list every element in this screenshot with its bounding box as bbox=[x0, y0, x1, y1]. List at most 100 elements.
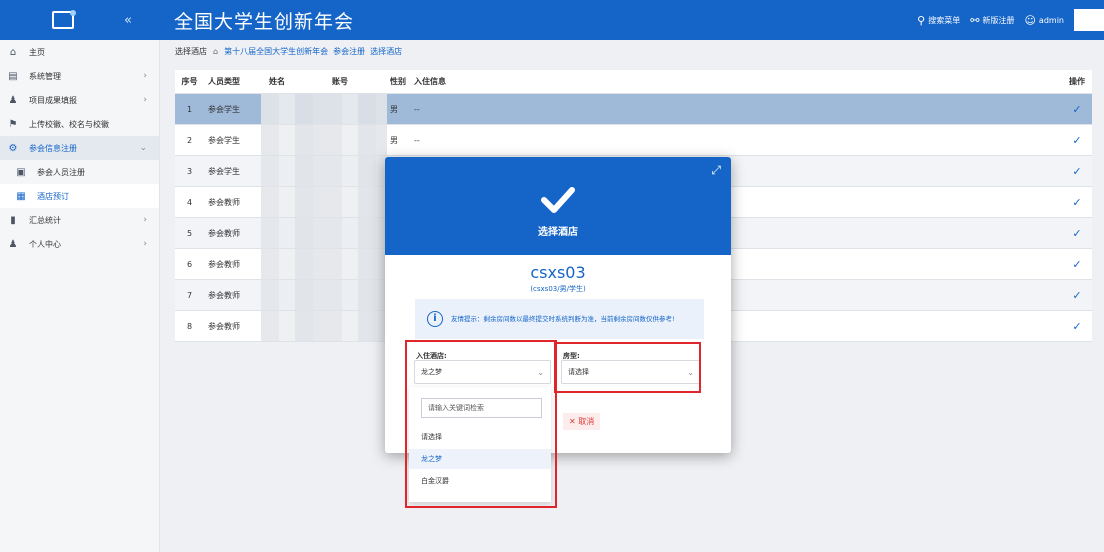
row-check-icon[interactable]: ✓ bbox=[1062, 258, 1092, 271]
info-icon: i bbox=[427, 311, 443, 327]
sidebar-item-label: 参会信息注册 bbox=[29, 143, 77, 153]
grid-icon: ▤ bbox=[8, 70, 18, 82]
breadcrumb: 选择酒店 ⌂ 第十八届全国大学生创新年会 参会注册 选择酒店 bbox=[161, 40, 1104, 62]
bar-chart-icon: ▮ bbox=[10, 214, 16, 226]
row-check-icon[interactable]: ✓ bbox=[1062, 289, 1092, 302]
row-type: 参会学生 bbox=[208, 135, 240, 145]
collapse-sidebar-icon[interactable]: « bbox=[124, 13, 132, 28]
row-type: 参会学生 bbox=[208, 104, 240, 114]
row-type: 参会教师 bbox=[208, 197, 240, 207]
user-menu[interactable]: ☺ admin bbox=[1024, 14, 1064, 27]
sidebar-item-label: 酒店预订 bbox=[37, 191, 69, 201]
flag-icon: ⚑ bbox=[8, 118, 18, 130]
sidebar-item-label: 参会人员注册 bbox=[37, 167, 85, 177]
col-no: 序号 bbox=[181, 77, 198, 86]
chevron-right-icon: › bbox=[143, 215, 147, 225]
row-gender: 男 bbox=[390, 104, 398, 114]
sidebar-item-label: 上传校徽、校名与校徽 bbox=[29, 119, 109, 129]
row-no: 4 bbox=[186, 197, 193, 207]
row-check-icon[interactable]: ✓ bbox=[1062, 227, 1092, 240]
table-row[interactable]: 2 参会学生 男 -- ✓ bbox=[175, 125, 1092, 156]
chevron-down-icon: ⌄ bbox=[139, 143, 147, 153]
tip-box: i 友情提示：剩余房间数以最终提交时系统判断为准，当前剩余房间数仅供参考! bbox=[415, 299, 704, 339]
row-check-icon[interactable]: ✓ bbox=[1062, 165, 1092, 178]
row-no: 7 bbox=[186, 290, 193, 300]
hotel-highlight-box bbox=[405, 340, 557, 508]
row-account-blurred bbox=[324, 249, 387, 279]
row-name-blurred bbox=[261, 187, 324, 217]
sidebar-item-hotel[interactable]: ▦ 酒店预订 bbox=[0, 184, 159, 208]
logo-icon bbox=[52, 10, 76, 29]
modal-user-detail: (csxs03/男/学生) bbox=[530, 285, 586, 293]
row-account-blurred bbox=[324, 311, 387, 341]
table-row[interactable]: 1 参会学生 男 -- ✓ bbox=[175, 94, 1092, 125]
header-actions: ⚲ 搜索菜单 ⚯ 新版注册 ☺ admin bbox=[917, 0, 1104, 40]
chevron-right-icon: › bbox=[143, 239, 147, 249]
row-account-blurred bbox=[324, 218, 387, 248]
room-type-highlight-box bbox=[554, 342, 701, 393]
row-name-blurred bbox=[261, 218, 324, 248]
person-icon: ♟ bbox=[8, 238, 18, 250]
sidebar-item-statistics[interactable]: ▮ 汇总统计 › bbox=[0, 208, 159, 232]
row-type: 参会学生 bbox=[208, 166, 240, 176]
tip-text: 友情提示：剩余房间数以最终提交时系统判断为准，当前剩余房间数仅供参考! bbox=[451, 314, 675, 323]
row-name-blurred bbox=[261, 311, 324, 341]
chevron-right-icon: › bbox=[143, 71, 147, 81]
home-icon[interactable]: ⌂ bbox=[213, 47, 218, 56]
row-check-icon[interactable]: ✓ bbox=[1062, 196, 1092, 209]
gear-icon: ⚙ bbox=[8, 142, 18, 154]
sidebar-item-home[interactable]: ⌂ 主页 bbox=[0, 40, 159, 64]
breadcrumb-item[interactable]: 参会注册 bbox=[333, 46, 365, 57]
row-check-icon[interactable]: ✓ bbox=[1062, 134, 1092, 147]
search-menu-link[interactable]: ⚲ 搜索菜单 bbox=[917, 14, 960, 27]
new-register-link[interactable]: ⚯ 新版注册 bbox=[970, 14, 1014, 27]
modal-header: ⤢ 选择酒店 bbox=[385, 157, 731, 255]
chevron-right-icon: › bbox=[143, 95, 147, 105]
breadcrumb-item[interactable]: 第十八届全国大学生创新年会 bbox=[224, 46, 328, 57]
row-type: 参会教师 bbox=[208, 259, 240, 269]
row-account-blurred bbox=[324, 280, 387, 310]
row-account-blurred bbox=[324, 156, 387, 186]
row-info: -- bbox=[414, 135, 420, 145]
user-name-label: admin bbox=[1038, 15, 1064, 25]
col-type: 人员类型 bbox=[208, 77, 240, 86]
sidebar-item-profile[interactable]: ♟ 个人中心 › bbox=[0, 232, 159, 256]
row-name-blurred bbox=[261, 125, 324, 155]
row-name-blurred bbox=[261, 156, 324, 186]
row-account-blurred bbox=[324, 125, 387, 155]
modal-user-name: csxs03 bbox=[530, 263, 586, 282]
row-check-icon[interactable]: ✓ bbox=[1062, 103, 1092, 116]
link-icon: ⚯ bbox=[970, 13, 980, 27]
row-name-blurred bbox=[261, 249, 324, 279]
row-type: 参会教师 bbox=[208, 321, 240, 331]
users-icon: ♟ bbox=[8, 94, 18, 106]
top-header: « 全国大学生创新年会 ⚲ 搜索菜单 ⚯ 新版注册 ☺ admin bbox=[0, 0, 1104, 40]
cancel-button[interactable]: ✕ 取消 bbox=[563, 413, 601, 430]
col-account: 账号 bbox=[332, 77, 348, 86]
sidebar-item-attendee[interactable]: ▣ 参会人员注册 bbox=[0, 160, 159, 184]
row-no: 5 bbox=[186, 228, 193, 238]
avatar[interactable] bbox=[1074, 9, 1104, 31]
col-op: 操作 bbox=[1069, 77, 1085, 86]
row-type: 参会教师 bbox=[208, 228, 240, 238]
hotel-icon: ▦ bbox=[16, 190, 26, 202]
row-type: 参会教师 bbox=[208, 290, 240, 300]
home-icon: ⌂ bbox=[9, 46, 17, 58]
user-icon: ☺ bbox=[1024, 13, 1036, 27]
breadcrumb-item[interactable]: 选择酒店 bbox=[370, 46, 402, 57]
row-no: 3 bbox=[186, 166, 193, 176]
row-no: 6 bbox=[186, 259, 193, 269]
sidebar-item-label: 主页 bbox=[29, 47, 45, 57]
sidebar-item-label: 项目成果填报 bbox=[29, 95, 77, 105]
close-icon[interactable]: ⤢ bbox=[711, 163, 721, 178]
sidebar-item-system[interactable]: ▤ 系统管理 › bbox=[0, 64, 159, 88]
col-info: 入住信息 bbox=[414, 77, 446, 86]
sidebar-item-upload[interactable]: ⚑ 上传校徽、校名与校徽 bbox=[0, 112, 159, 136]
row-no: 2 bbox=[186, 135, 193, 145]
sidebar-item-registration[interactable]: ⚙ 参会信息注册 ⌄ bbox=[0, 136, 159, 160]
sidebar-item-project[interactable]: ♟ 项目成果填报 › bbox=[0, 88, 159, 112]
modal-title: 选择酒店 bbox=[538, 227, 578, 238]
row-check-icon[interactable]: ✓ bbox=[1062, 320, 1092, 333]
col-gender: 性别 bbox=[390, 77, 406, 86]
row-gender: 男 bbox=[390, 135, 398, 145]
